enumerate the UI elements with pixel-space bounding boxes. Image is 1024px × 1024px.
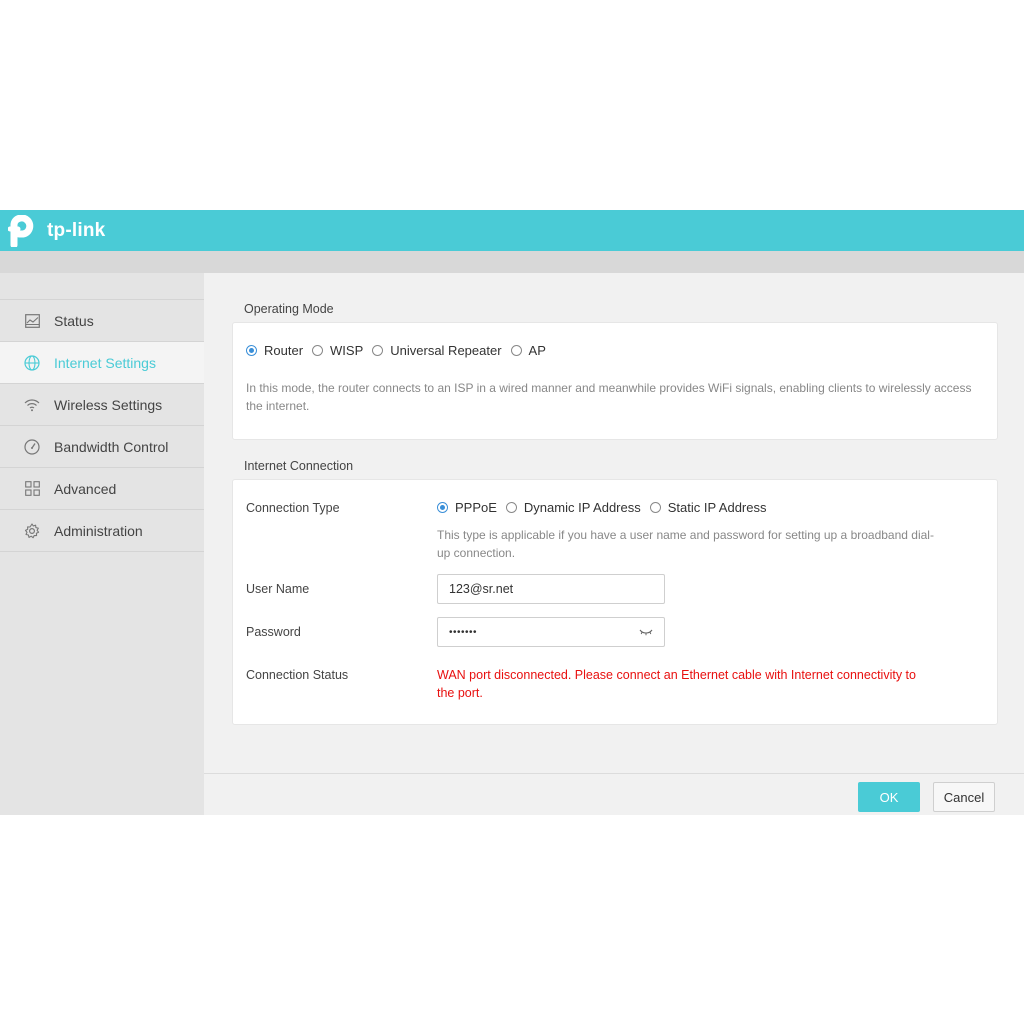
radio-label: WISP (330, 343, 364, 358)
radio-pppoe[interactable]: PPPoE (437, 500, 497, 515)
radio-unchecked-icon (312, 345, 324, 356)
radio-dynamic-ip[interactable]: Dynamic IP Address (505, 500, 641, 515)
sidebar-item-label: Status (54, 312, 94, 329)
radio-unchecked-icon (510, 345, 522, 356)
password-value: ••••••• (449, 626, 478, 638)
radio-label: Universal Repeater (390, 343, 502, 358)
main-content: Operating Mode Router WISP Universal Rep… (204, 273, 1024, 815)
wifi-icon (24, 397, 40, 413)
gauge-icon (24, 438, 40, 455)
radio-universal-repeater[interactable]: Universal Repeater (372, 343, 502, 358)
radio-unchecked-icon (505, 502, 517, 513)
sidebar-item-wireless-settings[interactable]: Wireless Settings (0, 384, 204, 426)
sidebar: Status Internet Settings Wireless Settin… (0, 273, 204, 815)
password-label: Password (246, 625, 301, 639)
operating-mode-title: Operating Mode (244, 302, 334, 316)
operating-mode-card: Router WISP Universal Repeater AP In thi… (232, 322, 998, 440)
sidebar-item-label: Wireless Settings (54, 396, 163, 413)
internet-connection-card: Connection Type PPPoE Dynamic IP Address… (232, 479, 998, 725)
connection-type-description: This type is applicable if you have a us… (437, 528, 934, 560)
logo-text: tp-link (47, 220, 106, 241)
radio-wisp[interactable]: WISP (312, 343, 363, 358)
eye-closed-icon[interactable] (639, 625, 653, 639)
username-field[interactable]: 123@sr.net (437, 574, 665, 604)
radio-checked-icon (246, 345, 257, 356)
operating-mode-options: Router WISP Universal Repeater AP (246, 343, 555, 358)
connection-type-label: Connection Type (246, 501, 340, 515)
chart-icon (24, 313, 40, 329)
connection-type-options: PPPoE Dynamic IP Address Static IP Addre… (437, 500, 776, 515)
sidebar-item-advanced[interactable]: Advanced (0, 468, 204, 510)
radio-unchecked-icon (372, 345, 384, 356)
connection-status-label: Connection Status (246, 668, 349, 682)
cancel-button[interactable]: Cancel (933, 782, 995, 812)
sub-header-bar (0, 251, 1024, 273)
sidebar-item-label: Bandwidth Control (54, 438, 169, 455)
grid-icon (24, 481, 40, 497)
username-label: User Name (246, 582, 310, 596)
radio-label: Dynamic IP Address (523, 500, 641, 515)
internet-connection-title: Internet Connection (244, 459, 354, 473)
radio-label: Router (264, 343, 304, 358)
tp-link-logo-icon (8, 215, 34, 247)
radio-static-ip[interactable]: Static IP Address (649, 500, 767, 515)
globe-icon (24, 354, 40, 371)
username-value: 123@sr.net (449, 582, 514, 596)
ok-button[interactable]: OK (858, 782, 920, 812)
footer-bar: OK Cancel (204, 773, 1024, 815)
sidebar-item-status[interactable]: Status (0, 300, 204, 342)
sidebar-item-label: Advanced (54, 480, 117, 497)
radio-label: Static IP Address (667, 500, 767, 515)
radio-label: AP (528, 343, 546, 358)
sidebar-item-administration[interactable]: Administration (0, 510, 204, 552)
gear-icon (24, 522, 40, 539)
sidebar-item-label: Internet Settings (54, 354, 156, 371)
radio-label: PPPoE (455, 500, 497, 515)
sidebar-item-internet-settings[interactable]: Internet Settings (0, 342, 204, 384)
sidebar-item-bandwidth-control[interactable]: Bandwidth Control (0, 426, 204, 468)
operating-mode-description: In this mode, the router connects to an … (246, 381, 972, 413)
connection-status-message: WAN port disconnected. Please connect an… (437, 668, 916, 700)
radio-router[interactable]: Router (246, 343, 303, 358)
radio-checked-icon (437, 502, 448, 513)
password-field[interactable]: ••••••• (437, 617, 665, 647)
router-admin-app: tp-link Status Internet Settings Wireles… (0, 210, 1024, 815)
radio-unchecked-icon (649, 502, 661, 513)
tp-link-logo[interactable]: tp-link (8, 215, 105, 247)
top-bar: tp-link (0, 210, 1024, 251)
sidebar-item-label: Administration (54, 522, 143, 539)
radio-ap[interactable]: AP (510, 343, 546, 358)
sidebar-nav: Status Internet Settings Wireless Settin… (0, 299, 204, 552)
